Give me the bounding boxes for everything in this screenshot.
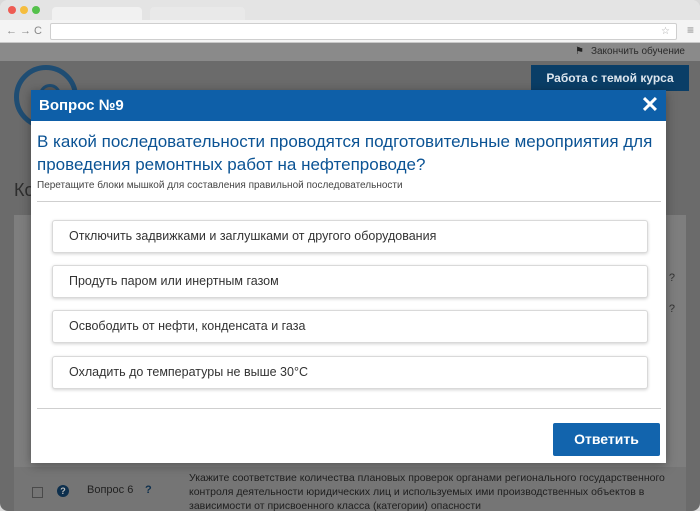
drag-item[interactable]: Охладить до температуры не выше 30°С xyxy=(52,356,648,389)
flag-icon: ⚑ xyxy=(574,46,584,57)
instruction-hint: Перетащите блоки мышкой для составления … xyxy=(37,180,403,191)
bookmark-star-icon[interactable]: ☆ xyxy=(661,24,670,39)
close-window-dot[interactable] xyxy=(8,6,16,14)
browser-menu-icon[interactable]: ≡ xyxy=(687,23,694,37)
forward-icon[interactable]: → xyxy=(20,24,31,38)
drag-item-label: Продуть паром или инертным газом xyxy=(69,274,279,288)
table-row[interactable]: ? Вопрос 6 ? Укажите соответствие количе… xyxy=(14,467,686,511)
close-icon[interactable]: ✕ xyxy=(638,93,662,117)
reload-icon[interactable]: C xyxy=(34,24,42,38)
question-text: Укажите соответствие количества плановых… xyxy=(189,472,665,511)
drag-item-label: Охладить до температуры не выше 30°С xyxy=(69,365,308,379)
browser-window: ← → C ☆ ≡ ⚑ Закончить обучение Работа с т… xyxy=(0,0,700,511)
modal-header: Вопрос №9 ✕ xyxy=(31,90,666,121)
question-modal: Вопрос №9 ✕ В какой последовательности п… xyxy=(31,90,666,463)
drag-item[interactable]: Продуть паром или инертным газом xyxy=(52,265,648,298)
question-number: Вопрос 6 xyxy=(87,484,134,496)
submit-answer-button[interactable]: Ответить xyxy=(553,423,660,456)
divider xyxy=(37,408,661,409)
maximize-window-dot[interactable] xyxy=(32,6,40,14)
page-top-bar: ⚑ Закончить обучение xyxy=(0,43,700,61)
question-text: В какой последовательности проводятся по… xyxy=(37,132,653,174)
row-question-fragment: ? xyxy=(668,272,675,284)
work-with-topic-button[interactable]: Работа с темой курса xyxy=(531,65,689,91)
drag-item[interactable]: Освободить от нефти, конденсата и газа xyxy=(52,310,648,343)
drag-item[interactable]: Отключить задвижками и заглушками от дру… xyxy=(52,220,648,253)
checkbox-icon[interactable] xyxy=(32,487,43,498)
drag-item-label: Отключить задвижками и заглушками от дру… xyxy=(69,229,437,243)
help-icon[interactable]: ? xyxy=(57,485,69,497)
finish-training-link[interactable]: ⚑ Закончить обучение xyxy=(575,43,685,61)
url-input[interactable]: ☆ xyxy=(50,23,677,40)
question-mark-icon[interactable]: ? xyxy=(145,484,152,496)
address-bar-area: ← → C ☆ ≡ xyxy=(0,20,700,43)
row-question-fragment: ? xyxy=(668,303,675,315)
finish-label: Закончить обучение xyxy=(590,46,685,57)
back-icon[interactable]: ← xyxy=(6,24,17,38)
modal-title: Вопрос №9 xyxy=(39,97,124,114)
drag-item-label: Освободить от нефти, конденсата и газа xyxy=(69,319,306,333)
divider xyxy=(37,201,661,202)
browser-tab[interactable] xyxy=(52,7,142,21)
browser-tab[interactable] xyxy=(150,7,245,21)
minimize-window-dot[interactable] xyxy=(20,6,28,14)
browser-titlebar xyxy=(0,0,700,21)
